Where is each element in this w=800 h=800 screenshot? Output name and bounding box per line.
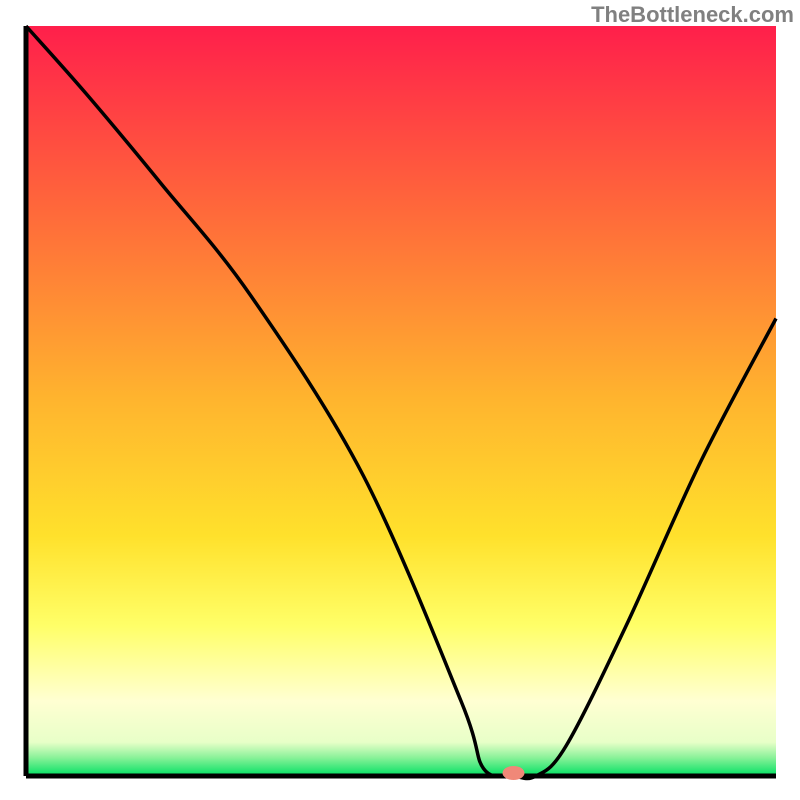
watermark-text: TheBottleneck.com <box>591 2 794 28</box>
gradient-background <box>26 26 776 776</box>
bottleneck-chart <box>0 0 800 800</box>
chart-container: TheBottleneck.com <box>0 0 800 800</box>
marker-dot <box>503 766 525 780</box>
